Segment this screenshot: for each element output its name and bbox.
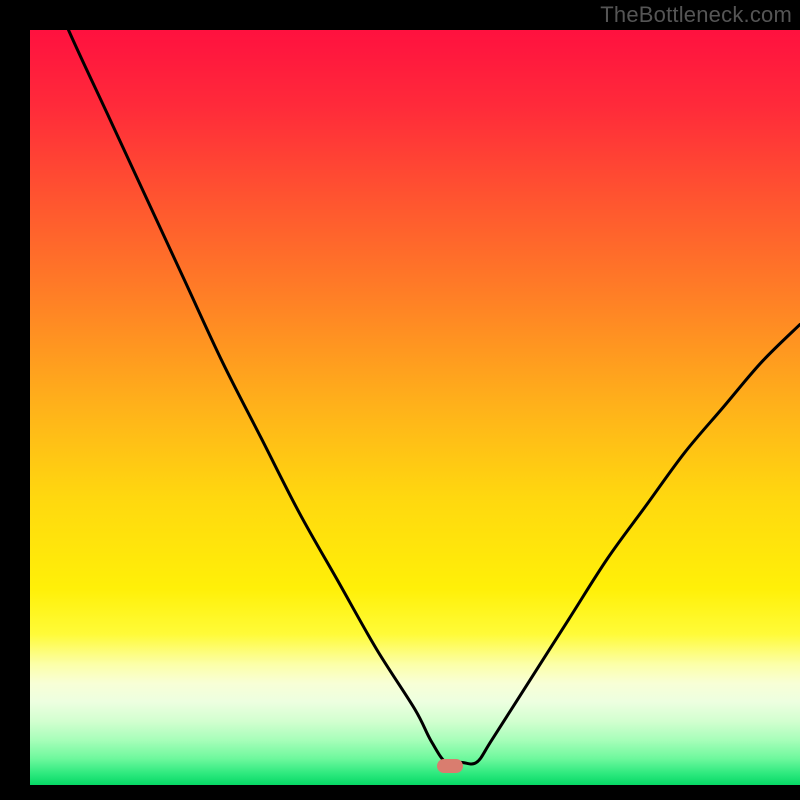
plot-area — [30, 30, 800, 785]
chart-frame: TheBottleneck.com — [0, 0, 800, 800]
bottleneck-curve — [30, 30, 800, 785]
optimal-marker — [437, 759, 463, 773]
watermark-text: TheBottleneck.com — [600, 2, 792, 28]
